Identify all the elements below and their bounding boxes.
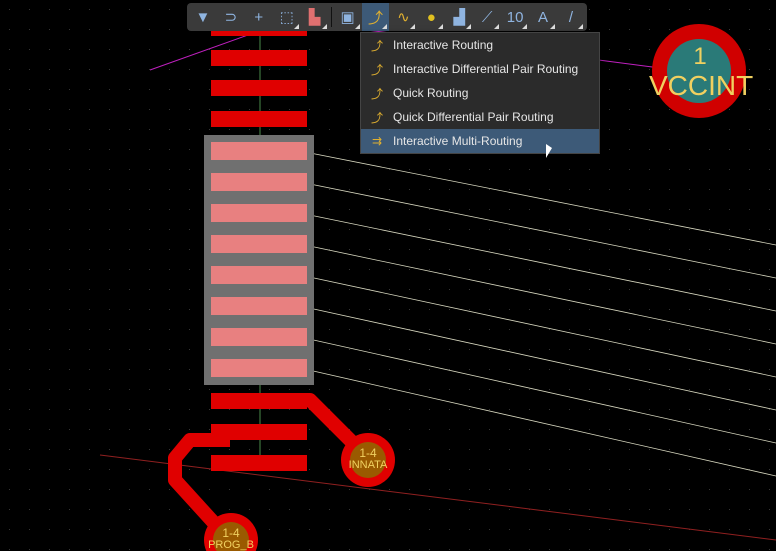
via-a-net: INNATA [348,459,388,471]
selected-component [204,135,314,385]
selected-pad[interactable] [211,266,307,284]
menu-item-label: Interactive Routing [393,38,494,52]
via-a-num: 1-4 [359,446,377,460]
align-button[interactable]: ▙ [301,3,329,31]
component-icon: ▣ [340,9,355,26]
toolbar-separator [330,7,332,27]
route-icon: ⤴ [370,110,383,125]
pads-bottom [211,393,307,471]
route-icon: ⤴ [370,62,383,77]
snap-magnet-button[interactable]: ⊃ [217,3,245,31]
active-bar: ▼ ⊃ + ⬚ ▙ ▣ ⤴ ∿ ● ▟ ⟋ 10 A / [187,3,587,31]
polygon-icon: ▟ [453,9,466,26]
mouse-cursor [546,144,552,158]
dimension-button[interactable]: 10 [501,3,529,31]
vccint-net: VCCINT [649,70,754,101]
selected-pad[interactable] [211,328,307,346]
menu-item-interactive-differential-pair-routing[interactable]: ⤴ Interactive Differential Pair Routing [361,57,599,81]
route-icon: ⤴ [370,38,383,53]
menu-item-quick-differential-pair-routing[interactable]: ⤴ Quick Differential Pair Routing [361,105,599,129]
via-b-net: PROG_B [208,539,254,551]
text-button[interactable]: A [529,3,557,31]
selected-pad[interactable] [211,359,307,377]
multi-route-icon: ⇉ [371,134,383,148]
component-button[interactable]: ▣ [334,3,362,31]
line-icon: / [568,8,574,26]
line-button[interactable]: / [557,3,585,31]
via-button[interactable]: ● [417,3,445,31]
selected-pad[interactable] [211,204,307,222]
diff-pair-tune-icon: ∿ [397,9,410,26]
route-button[interactable]: ⤴ [361,3,390,31]
route-icon: ⤴ [367,9,383,27]
snap-magnet-icon: ⊃ [224,9,238,26]
via-icon: ● [426,8,436,26]
filter-button[interactable]: ▼ [189,3,217,31]
select-rect-icon: ⬚ [279,9,294,26]
selected-pad[interactable] [211,297,307,315]
selected-pad[interactable] [211,173,307,191]
menu-item-label: Quick Routing [393,86,469,100]
filter-icon: ▼ [195,8,211,26]
diff-pair-tune-button[interactable]: ∿ [389,3,417,31]
keepout-icon: ⟋ [481,8,493,26]
menu-item-label: Quick Differential Pair Routing [393,110,554,124]
keepout-button[interactable]: ⟋ [473,3,501,31]
cross-select-button[interactable]: + [245,3,273,31]
selected-pad[interactable] [211,235,307,253]
vccint-num: 1 [693,43,707,70]
align-icon: ▙ [308,9,321,26]
via-b-num: 1-4 [222,526,240,540]
text-icon: A [538,8,549,26]
menu-item-interactive-routing[interactable]: ⤴ Interactive Routing [361,33,599,57]
menu-item-interactive-multi-routing[interactable]: ⇉ Interactive Multi-Routing [361,129,599,153]
select-rect-button[interactable]: ⬚ [273,3,301,31]
polygon-button[interactable]: ▟ [445,3,473,31]
selected-pad[interactable] [211,142,307,160]
dimension-icon: 10 [506,8,524,26]
menu-item-label: Interactive Multi-Routing [393,134,523,148]
menu-item-label: Interactive Differential Pair Routing [393,62,579,76]
route-icon: ⤴ [370,86,383,101]
cross-select-icon: + [254,8,264,26]
menu-item-quick-routing[interactable]: ⤴ Quick Routing [361,81,599,105]
routing-dropdown-menu: ⤴ Interactive Routing ⤴ Interactive Differe… [360,32,600,154]
